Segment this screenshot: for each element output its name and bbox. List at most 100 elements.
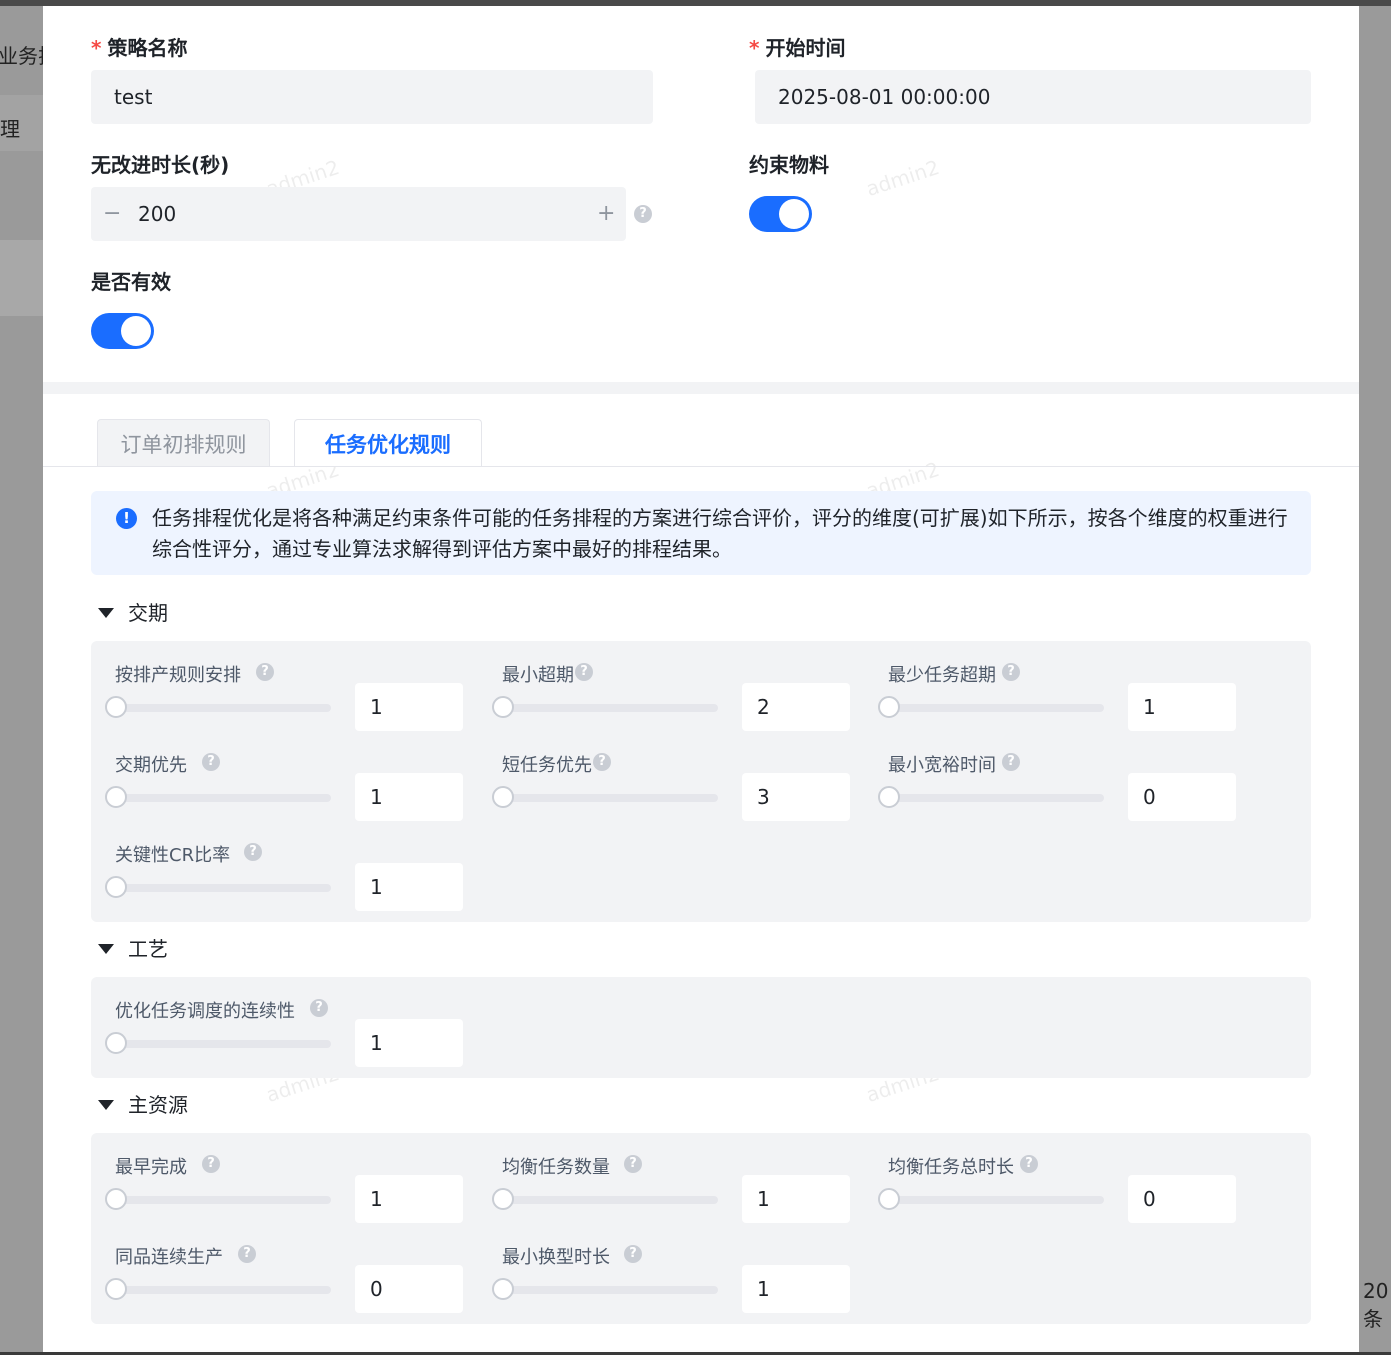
- slider-track[interactable]: [498, 1286, 718, 1294]
- slider-track[interactable]: [111, 884, 331, 892]
- slider-handle[interactable]: [878, 786, 900, 808]
- weight-item: 最小超期 ? 2: [478, 641, 850, 731]
- weight-input[interactable]: 1: [355, 1175, 463, 1223]
- weight-item: 均衡任务总时长 ? 0: [864, 1133, 1236, 1223]
- help-icon[interactable]: ?: [575, 663, 593, 681]
- slider-track[interactable]: [884, 794, 1104, 802]
- increment-button[interactable]: +: [597, 187, 615, 241]
- weight-input[interactable]: 2: [742, 683, 850, 731]
- weight-input[interactable]: 1: [1128, 683, 1236, 731]
- help-icon[interactable]: ?: [202, 1155, 220, 1173]
- weight-item: 最小宽裕时间 ? 0: [864, 731, 1236, 821]
- is-valid-switch[interactable]: [91, 313, 154, 349]
- weight-item-label: 均衡任务总时长: [888, 1157, 1014, 1178]
- start-time-label: * 开始时间: [749, 36, 846, 60]
- weight-item: 优化任务调度的连续性 ? 1: [91, 977, 463, 1067]
- weight-item: 交期优先 ? 1: [91, 731, 463, 821]
- slider-handle[interactable]: [492, 1188, 514, 1210]
- slider-handle[interactable]: [492, 786, 514, 808]
- help-icon[interactable]: ?: [238, 1245, 256, 1263]
- help-icon[interactable]: ?: [1002, 663, 1020, 681]
- slider-track[interactable]: [111, 1286, 331, 1294]
- watermark: admin2: [863, 154, 943, 202]
- weight-input[interactable]: 0: [1128, 1175, 1236, 1223]
- help-icon[interactable]: ?: [256, 663, 274, 681]
- help-icon[interactable]: ?: [1020, 1155, 1038, 1173]
- tab-task-optimization-rules[interactable]: 任务优化规则: [294, 419, 482, 467]
- constraint-material-switch[interactable]: [749, 196, 812, 232]
- decrement-button[interactable]: −: [103, 187, 121, 241]
- no-improve-duration-value[interactable]: 200: [138, 187, 176, 241]
- slider-track[interactable]: [884, 1196, 1104, 1204]
- help-icon[interactable]: ?: [593, 753, 611, 771]
- caret-down-icon: [98, 944, 114, 954]
- slider-handle[interactable]: [878, 1188, 900, 1210]
- background-pager-fragment: 20条: [1363, 1279, 1389, 1331]
- constraint-material-label: 约束物料: [749, 153, 829, 177]
- caret-down-icon: [98, 1100, 114, 1110]
- required-marker: *: [91, 36, 102, 60]
- weight-input[interactable]: 1: [355, 863, 463, 911]
- weight-item: 短任务优先 ? 3: [478, 731, 850, 821]
- weight-input[interactable]: 1: [742, 1175, 850, 1223]
- panel-delivery: 按排产规则安排 ? 1 最小超期 ? 2 最少任务超期 ? 1 交期优先 ? 1: [91, 641, 1311, 922]
- weight-input[interactable]: 1: [355, 773, 463, 821]
- slider-track[interactable]: [884, 704, 1104, 712]
- weight-input[interactable]: 1: [355, 1019, 463, 1067]
- weight-item-label: 最少任务超期: [888, 665, 996, 686]
- weight-input[interactable]: 3: [742, 773, 850, 821]
- slider-handle[interactable]: [878, 696, 900, 718]
- slider-handle[interactable]: [105, 1188, 127, 1210]
- slider-track[interactable]: [498, 794, 718, 802]
- weight-item: 按排产规则安排 ? 1: [91, 641, 463, 731]
- no-improve-duration-label: 无改进时长(秒): [91, 153, 230, 177]
- weight-input[interactable]: 0: [1128, 773, 1236, 821]
- weight-item-label: 最小超期: [502, 665, 574, 686]
- slider-handle[interactable]: [105, 876, 127, 898]
- tab-bar-underline: [43, 466, 1359, 467]
- slider-track[interactable]: [111, 704, 331, 712]
- help-icon[interactable]: ?: [244, 843, 262, 861]
- weight-item-label: 按排产规则安排: [115, 665, 241, 686]
- background-row-highlight: [0, 240, 43, 316]
- weight-input[interactable]: 1: [355, 683, 463, 731]
- start-time-picker[interactable]: 2025-08-01 00:00:00: [755, 70, 1311, 124]
- weight-item-label: 短任务优先: [502, 755, 592, 776]
- weight-item: 均衡任务数量 ? 1: [478, 1133, 850, 1223]
- slider-track[interactable]: [111, 1196, 331, 1204]
- caret-down-icon: [98, 608, 114, 618]
- section-header-main-resource[interactable]: 主资源: [98, 1092, 188, 1118]
- weight-item: 关键性CR比率 ? 1: [91, 821, 463, 911]
- help-icon[interactable]: ?: [202, 753, 220, 771]
- strategy-name-input[interactable]: test: [91, 70, 653, 124]
- slider-handle[interactable]: [105, 1032, 127, 1054]
- weight-input[interactable]: 1: [742, 1265, 850, 1313]
- slider-handle[interactable]: [492, 1278, 514, 1300]
- weight-item: 最少任务超期 ? 1: [864, 641, 1236, 731]
- weight-item: 最小换型时长 ? 1: [478, 1223, 850, 1313]
- weight-item-label: 同品连续生产: [115, 1247, 223, 1268]
- info-alert-text: 任务排程优化是将各种满足约束条件可能的任务排程的方案进行综合评价，评分的维度(可…: [152, 506, 1288, 561]
- weight-item-label: 交期优先: [115, 755, 187, 776]
- slider-track[interactable]: [111, 794, 331, 802]
- help-icon[interactable]: ?: [624, 1155, 642, 1173]
- slider-handle[interactable]: [492, 696, 514, 718]
- weight-input[interactable]: 0: [355, 1265, 463, 1313]
- section-divider: [43, 382, 1359, 394]
- no-improve-duration-stepper[interactable]: − 200 +: [91, 187, 626, 241]
- tab-order-initial-rules[interactable]: 订单初排规则: [97, 419, 270, 467]
- is-valid-label: 是否有效: [91, 270, 171, 294]
- section-header-delivery[interactable]: 交期: [98, 600, 168, 626]
- help-icon[interactable]: ?: [310, 999, 328, 1017]
- help-icon[interactable]: ?: [624, 1245, 642, 1263]
- slider-track[interactable]: [111, 1040, 331, 1048]
- slider-track[interactable]: [498, 704, 718, 712]
- section-header-process[interactable]: 工艺: [98, 936, 168, 962]
- weight-item-label: 最小换型时长: [502, 1247, 610, 1268]
- help-icon[interactable]: ?: [634, 205, 652, 223]
- slider-handle[interactable]: [105, 786, 127, 808]
- slider-track[interactable]: [498, 1196, 718, 1204]
- slider-handle[interactable]: [105, 696, 127, 718]
- help-icon[interactable]: ?: [1002, 753, 1020, 771]
- slider-handle[interactable]: [105, 1278, 127, 1300]
